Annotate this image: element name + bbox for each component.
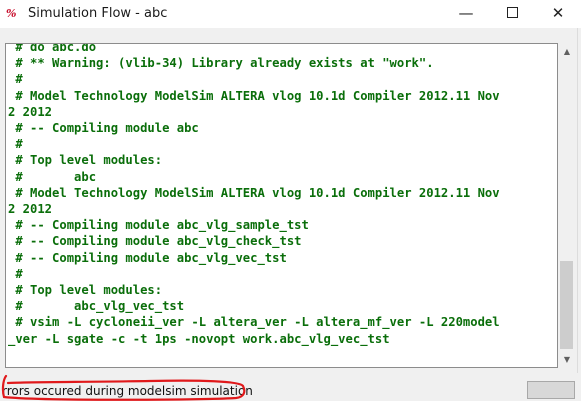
console-line: # do abc.do — [15, 43, 97, 54]
console-line: # — [15, 266, 23, 281]
main-panel: # do abc.do # ** Warning: (vlib-34) Libr… — [0, 28, 581, 373]
scroll-up-icon[interactable]: ▲ — [558, 43, 576, 60]
console-line: # Top level modules: — [15, 153, 163, 168]
console-line: # ** Warning: (vlib-34) Library already … — [15, 56, 434, 71]
console-output[interactable]: # do abc.do # ** Warning: (vlib-34) Libr… — [5, 43, 558, 368]
console-line: # Model Technology ModelSim ALTERA vlog … — [15, 88, 500, 103]
console-line: # -- Compiling module abc_vlg_check_tst — [15, 234, 302, 249]
minimize-button[interactable]: — — [443, 0, 489, 28]
console-line: _ver -L sgate -c -t 1ps -novopt work.abc… — [8, 331, 390, 346]
console-line: # vsim -L cycloneii_ver -L altera_ver -L… — [15, 315, 500, 330]
status-message: rrors occured during modelsim simulation — [2, 384, 253, 398]
close-button[interactable]: ✕ — [535, 0, 581, 28]
scroll-down-icon[interactable]: ▼ — [558, 351, 576, 368]
console-line: # abc_vlg_vec_tst — [15, 299, 185, 314]
console-line: 2 2012 — [8, 104, 53, 119]
console-text: # do abc.do # ** Warning: (vlib-34) Libr… — [6, 43, 500, 347]
status-progress-box — [527, 381, 575, 399]
status-bar: rrors occured during modelsim simulation — [0, 373, 581, 401]
maximize-icon — [506, 7, 518, 18]
app-logo-icon: % — [6, 7, 16, 20]
console-line: # — [15, 72, 23, 87]
console-line: # — [15, 137, 23, 152]
console-line: # -- Compiling module abc — [15, 121, 199, 136]
console-line: # Top level modules: — [15, 283, 163, 298]
console-line: 2 2012 — [8, 202, 53, 217]
console-line: # abc — [15, 169, 97, 184]
console-line: # -- Compiling module abc_vlg_vec_tst — [15, 250, 287, 265]
console-scrollbar[interactable]: ▲ ▼ — [558, 43, 576, 368]
console-line: # Model Technology ModelSim ALTERA vlog … — [15, 185, 500, 200]
scroll-thumb[interactable] — [560, 261, 573, 349]
window-title: Simulation Flow - abc — [28, 6, 168, 21]
maximize-button[interactable] — [489, 0, 535, 28]
title-bar: % Simulation Flow - abc — ✕ — [0, 0, 581, 28]
console-line: # -- Compiling module abc_vlg_sample_tst — [15, 218, 309, 233]
window-edge-divider — [577, 28, 578, 373]
